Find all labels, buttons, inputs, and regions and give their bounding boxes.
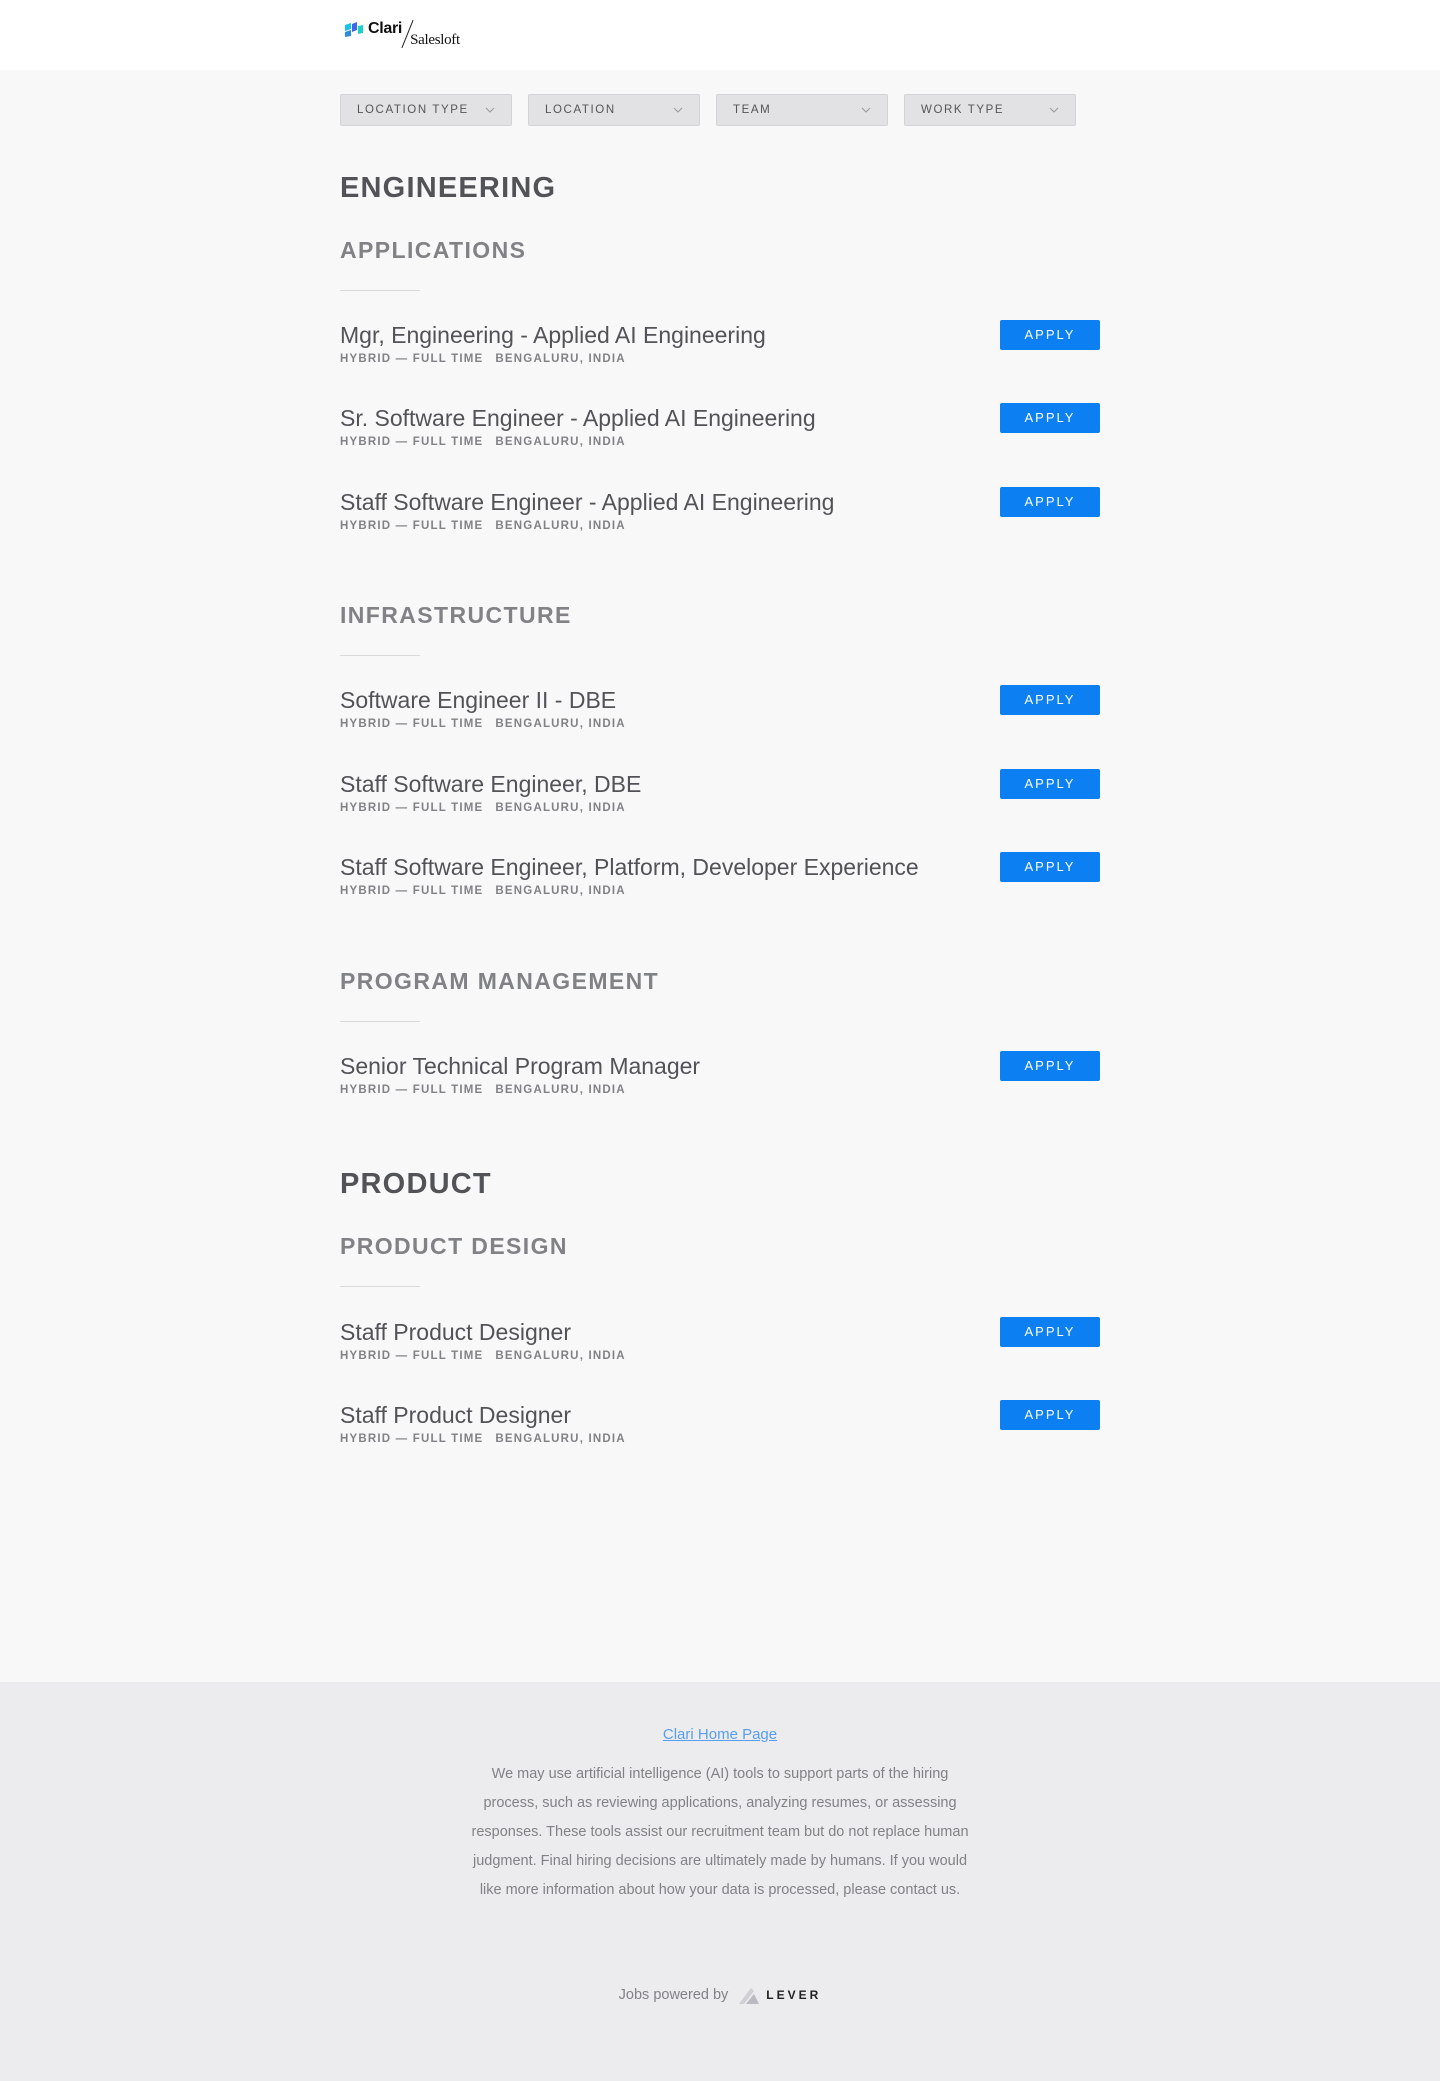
posting-item: Staff Software Engineer, DBE HYBRID — FU… (340, 769, 1100, 814)
apply-button[interactable]: APPLY (1000, 320, 1100, 350)
posting-meta: HYBRID — FULL TIME BENGALURU, INDIA (340, 436, 1100, 448)
posting-meta: HYBRID — FULL TIME BENGALURU, INDIA (340, 1433, 1100, 1445)
team-heading: PRODUCT DESIGN (340, 1233, 568, 1259)
posting-item: Software Engineer II - DBE HYBRID — FULL… (340, 685, 1100, 730)
posting-title[interactable]: Staff Software Engineer, DBE (340, 769, 1100, 799)
posting-meta: HYBRID — FULL TIME BENGALURU, INDIA (340, 885, 1100, 897)
filter-label: LOCATION (545, 104, 616, 116)
clari-logo-icon (345, 22, 363, 37)
department-heading: ENGINEERING (340, 172, 557, 204)
posting-commitment: HYBRID — FULL TIME (340, 1084, 484, 1096)
department-heading: PRODUCT (340, 1168, 492, 1200)
posting-location: BENGALURU, INDIA (495, 436, 626, 448)
posting-title[interactable]: Sr. Software Engineer - Applied AI Engin… (340, 403, 1100, 433)
posting-meta: HYBRID — FULL TIME BENGALURU, INDIA (340, 1084, 1100, 1096)
ai-notice: We may use artificial intelligence (AI) … (471, 1766, 969, 1898)
posting-title[interactable]: Staff Product Designer (340, 1400, 1100, 1430)
posting-location: BENGALURU, INDIA (495, 520, 626, 532)
posting-location: BENGALURU, INDIA (495, 1350, 626, 1362)
filter-bar: LOCATION TYPE LOCATION TEAM WORK TYPE (340, 94, 1076, 126)
posting-item: Staff Software Engineer, Platform, Devel… (340, 852, 1100, 897)
filter-location[interactable]: LOCATION (528, 94, 700, 126)
posting-title[interactable]: Software Engineer II - DBE (340, 685, 1100, 715)
logo-text-secondary: Salesloft (410, 32, 460, 48)
posting-commitment: HYBRID — FULL TIME (340, 885, 484, 897)
posting-location: BENGALURU, INDIA (495, 1433, 626, 1445)
posting-meta: HYBRID — FULL TIME BENGALURU, INDIA (340, 520, 1100, 532)
apply-button[interactable]: APPLY (1000, 852, 1100, 882)
apply-button[interactable]: APPLY (1000, 685, 1100, 715)
chevron-down-icon (1049, 107, 1059, 113)
company-logo[interactable]: Clari Salesloft (343, 18, 460, 52)
filter-location-type[interactable]: LOCATION TYPE (340, 94, 512, 126)
posting-title[interactable]: Staff Software Engineer - Applied AI Eng… (340, 487, 1100, 517)
chevron-down-icon (485, 107, 495, 113)
filter-label: TEAM (733, 104, 772, 116)
powered-by: Jobs powered by LEVER (0, 1982, 1440, 2008)
team-divider (340, 1286, 420, 1287)
apply-button[interactable]: APPLY (1000, 1400, 1100, 1430)
posting-location: BENGALURU, INDIA (495, 718, 626, 730)
filter-label: LOCATION TYPE (357, 104, 469, 116)
posting-item: Staff Software Engineer - Applied AI Eng… (340, 487, 1100, 532)
team-divider (340, 290, 420, 291)
posting-commitment: HYBRID — FULL TIME (340, 1433, 484, 1445)
posting-commitment: HYBRID — FULL TIME (340, 353, 484, 365)
apply-button[interactable]: APPLY (1000, 769, 1100, 799)
posting-location: BENGALURU, INDIA (495, 802, 626, 814)
posting-commitment: HYBRID — FULL TIME (340, 436, 484, 448)
chevron-down-icon (861, 107, 871, 113)
site-header: Clari Salesloft (0, 0, 1440, 70)
team-heading: PROGRAM MANAGEMENT (340, 968, 660, 994)
posting-item: Senior Technical Program Manager HYBRID … (340, 1051, 1100, 1096)
company-home-link[interactable]: Clari Home Page (663, 1726, 777, 1743)
posting-commitment: HYBRID — FULL TIME (340, 718, 484, 730)
filter-team[interactable]: TEAM (716, 94, 888, 126)
posting-item: Staff Product Designer HYBRID — FULL TIM… (340, 1400, 1100, 1445)
posting-title[interactable]: Senior Technical Program Manager (340, 1051, 1100, 1081)
lever-logo-icon[interactable] (736, 1982, 762, 2008)
footer-link-row: Clari Home Page (0, 1726, 1440, 1743)
team-heading: APPLICATIONS (340, 237, 527, 263)
team-heading: INFRASTRUCTURE (340, 602, 572, 628)
lever-wordmark[interactable]: LEVER (766, 1988, 821, 2002)
posting-meta: HYBRID — FULL TIME BENGALURU, INDIA (340, 353, 1100, 365)
apply-button[interactable]: APPLY (1000, 487, 1100, 517)
apply-button[interactable]: APPLY (1000, 1317, 1100, 1347)
posting-meta: HYBRID — FULL TIME BENGALURU, INDIA (340, 802, 1100, 814)
apply-button[interactable]: APPLY (1000, 403, 1100, 433)
team-divider (340, 655, 420, 656)
posting-commitment: HYBRID — FULL TIME (340, 802, 484, 814)
posting-title[interactable]: Mgr, Engineering - Applied AI Engineerin… (340, 320, 1100, 350)
posting-title[interactable]: Staff Software Engineer, Platform, Devel… (340, 852, 1100, 882)
posting-location: BENGALURU, INDIA (495, 353, 626, 365)
powered-by-text: Jobs powered by (618, 1987, 729, 2003)
chevron-down-icon (673, 107, 683, 113)
site-footer: Clari Home Page We may use artificial in… (0, 1682, 1440, 2081)
team-divider (340, 1021, 420, 1022)
filter-label: WORK TYPE (921, 104, 1005, 116)
posting-meta: HYBRID — FULL TIME BENGALURU, INDIA (340, 718, 1100, 730)
posting-item: Mgr, Engineering - Applied AI Engineerin… (340, 320, 1100, 365)
posting-meta: HYBRID — FULL TIME BENGALURU, INDIA (340, 1350, 1100, 1362)
posting-location: BENGALURU, INDIA (495, 1084, 626, 1096)
apply-button[interactable]: APPLY (1000, 1051, 1100, 1081)
posting-item: Staff Product Designer HYBRID — FULL TIM… (340, 1317, 1100, 1362)
posting-title[interactable]: Staff Product Designer (340, 1317, 1100, 1347)
filter-work-type[interactable]: WORK TYPE (904, 94, 1076, 126)
posting-location: BENGALURU, INDIA (495, 885, 626, 897)
logo-text-primary: Clari (368, 20, 403, 37)
posting-item: Sr. Software Engineer - Applied AI Engin… (340, 403, 1100, 448)
posting-commitment: HYBRID — FULL TIME (340, 520, 484, 532)
posting-commitment: HYBRID — FULL TIME (340, 1350, 484, 1362)
